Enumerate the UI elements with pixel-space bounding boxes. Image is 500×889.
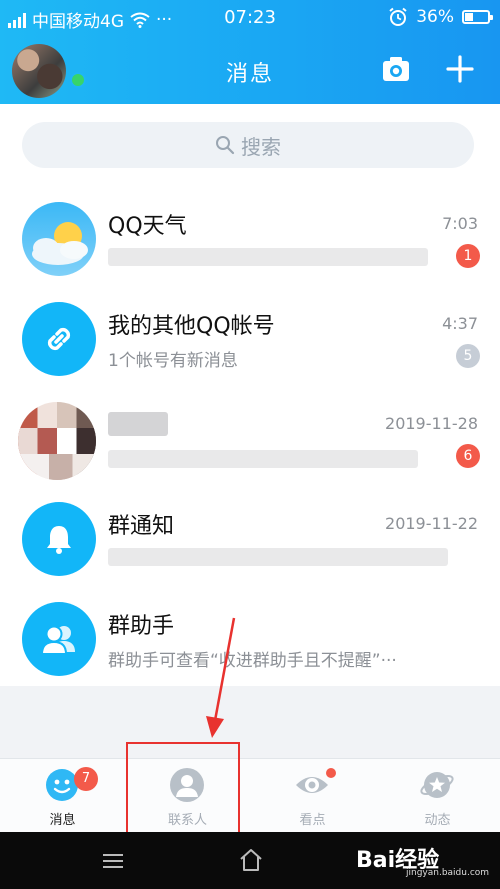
- plus-icon[interactable]: [446, 55, 474, 83]
- bottom-tab-bar: 7 消息 联系人 看点 动态: [0, 758, 500, 832]
- search-icon: [216, 136, 235, 155]
- group-icon: [22, 602, 96, 676]
- list-item[interactable]: QQ天气 7:03 1: [0, 198, 500, 298]
- battery-icon: [462, 10, 493, 24]
- list-item[interactable]: 2019-11-28 6: [0, 398, 500, 498]
- message-preview: 1个帐号有新消息: [108, 351, 238, 371]
- weather-icon: [22, 202, 96, 276]
- menu-icon[interactable]: [102, 853, 124, 869]
- message-time: 2019-11-22: [385, 514, 478, 533]
- annotation-arrow: [206, 617, 236, 738]
- page-title: 消息: [225, 62, 274, 87]
- eye-tab-icon: [296, 777, 328, 793]
- list-item[interactable]: 我的其他QQ帐号 1个帐号有新消息 4:37 5: [0, 298, 500, 398]
- watermark-url: jingyan.baidu.com: [406, 868, 490, 878]
- message-preview: 群助手可查看“收进群助手且不提醒”···: [108, 651, 397, 671]
- list-item[interactable]: 群通知 2019-11-22: [0, 498, 500, 598]
- alarm-icon: [389, 7, 407, 26]
- status-right: 36%: [388, 7, 493, 27]
- list-bottom-spacer: [0, 686, 500, 758]
- tab-kandian[interactable]: 看点: [250, 759, 375, 833]
- home-icon[interactable]: [238, 848, 264, 872]
- tab-new-dot: [326, 768, 336, 778]
- link-icon: [22, 302, 96, 376]
- status-bar: 中国移动4G ··· 07:23 36%: [0, 0, 500, 36]
- tab-dongtai[interactable]: 动态: [375, 759, 500, 833]
- annotation-highlight-box: [126, 742, 240, 836]
- list-item[interactable]: 群助手 群助手可查看“收进群助手且不提醒”···: [0, 598, 500, 698]
- blurred-preview: [108, 248, 428, 266]
- star-planet-tab-icon: [420, 772, 454, 798]
- battery-percent: 36%: [416, 7, 454, 27]
- unread-badge: 6: [456, 444, 480, 468]
- blurred-preview: [108, 450, 418, 468]
- search-placeholder: 搜索: [241, 134, 281, 159]
- bell-icon: [22, 502, 96, 576]
- tab-label: 消息: [49, 813, 76, 828]
- unread-badge: 5: [456, 344, 480, 368]
- tab-unread-badge: 7: [74, 767, 98, 791]
- blurred-name: [108, 412, 168, 436]
- unread-badge: 1: [456, 244, 480, 268]
- contact-avatar: [18, 402, 96, 480]
- system-nav-bar: Bai经验 jingyan.baidu.com: [0, 832, 500, 889]
- message-name: 群通知: [108, 514, 175, 539]
- tab-messages[interactable]: 7 消息: [0, 759, 125, 833]
- message-name: QQ天气: [108, 214, 187, 239]
- message-time: 7:03: [442, 214, 478, 233]
- message-name: 我的其他QQ帐号: [108, 314, 275, 339]
- header: 中国移动4G ··· 07:23 36% 消息: [0, 0, 500, 104]
- blurred-preview: [108, 548, 448, 566]
- message-time: 2019-11-28: [385, 414, 478, 433]
- message-name: 群助手: [108, 614, 175, 639]
- tab-label: 动态: [424, 813, 451, 828]
- camera-icon[interactable]: [382, 56, 410, 82]
- tab-label: 看点: [299, 813, 326, 828]
- message-time: 4:37: [442, 314, 478, 333]
- search-input[interactable]: 搜索: [22, 122, 474, 168]
